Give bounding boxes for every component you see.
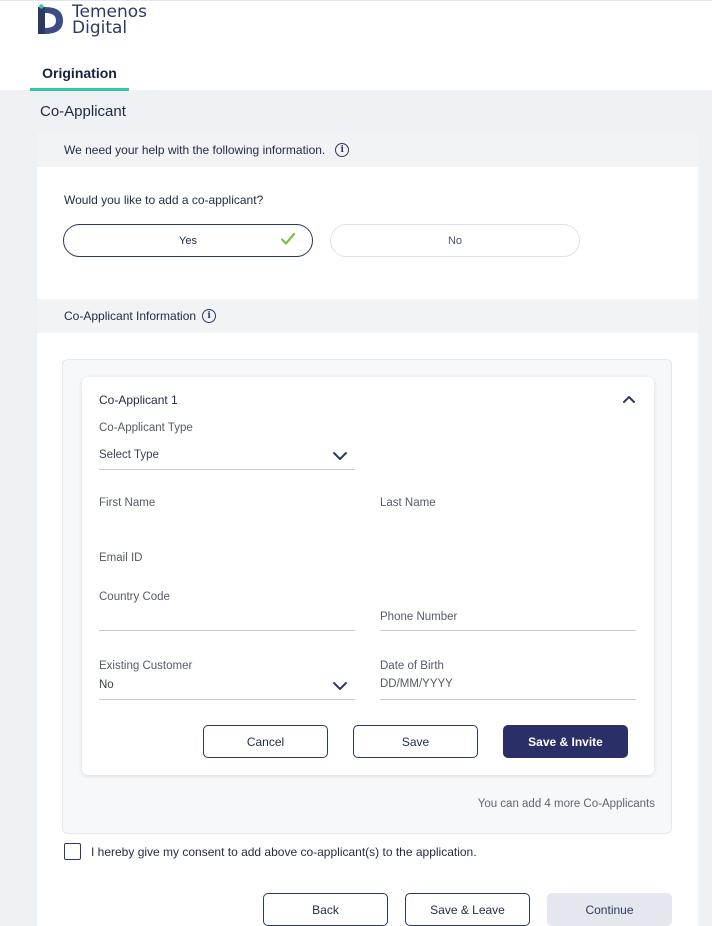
type-underline bbox=[99, 469, 355, 470]
page-title: Co-Applicant bbox=[40, 103, 126, 120]
coapplicant-form: Co-Applicant 1 Co-Applicant Type Select … bbox=[82, 377, 654, 775]
chevron-up-icon[interactable] bbox=[622, 394, 636, 404]
question-label: Would you like to add a co-applicant? bbox=[64, 193, 264, 207]
help-banner: We need your help with the following inf… bbox=[37, 132, 698, 167]
consent-text: I hereby give my consent to add above co… bbox=[91, 844, 477, 859]
country-code-input[interactable] bbox=[99, 630, 355, 631]
coapplicant-card: We need your help with the following inf… bbox=[37, 132, 698, 926]
temenos-logo-icon bbox=[36, 4, 66, 37]
chevron-down-icon[interactable] bbox=[332, 681, 348, 691]
section-info-icon[interactable]: i bbox=[202, 309, 217, 323]
coapplicant-title: Co-Applicant 1 bbox=[99, 393, 178, 407]
top-header: Temenos Digital Origination bbox=[0, 0, 712, 91]
checkmark-icon bbox=[280, 232, 296, 245]
country-code-label: Country Code bbox=[99, 591, 170, 603]
no-option-label: No bbox=[447, 234, 463, 247]
help-banner-text: We need your help with the following inf… bbox=[64, 142, 326, 157]
brand-name-line2: Digital bbox=[72, 18, 128, 38]
consent-row[interactable]: I hereby give my consent to add above co… bbox=[64, 843, 477, 860]
info-icon[interactable]: i bbox=[335, 142, 350, 157]
no-option-button[interactable]: No bbox=[330, 224, 580, 257]
existing-customer-select[interactable]: No bbox=[99, 679, 114, 691]
first-name-label: First Name bbox=[99, 497, 156, 509]
continue-button[interactable]: Continue bbox=[547, 893, 672, 926]
cancel-button[interactable]: Cancel bbox=[203, 725, 328, 758]
consent-checkbox[interactable] bbox=[64, 843, 81, 860]
existing-customer-label: Existing Customer bbox=[99, 660, 193, 672]
save-leave-button[interactable]: Save & Leave bbox=[405, 893, 530, 926]
yes-option-button[interactable]: Yes bbox=[63, 224, 313, 257]
section-header: Co-Applicant Information i bbox=[37, 299, 698, 333]
coapplicant-limit-note: You can add 4 more Co-Applicants bbox=[477, 798, 655, 810]
email-label: Email ID bbox=[99, 552, 143, 564]
existing-customer-underline bbox=[99, 699, 355, 700]
tab-origination[interactable]: Origination bbox=[30, 56, 129, 91]
coapplicant-type-select[interactable]: Select Type bbox=[99, 449, 159, 461]
dob-input[interactable]: DD/MM/YYYY bbox=[380, 678, 453, 690]
last-name-label: Last Name bbox=[380, 497, 436, 509]
dob-label: Date of Birth bbox=[380, 660, 444, 672]
save-invite-button[interactable]: Save & Invite bbox=[503, 725, 628, 758]
section-title: Co-Applicant Information bbox=[64, 309, 197, 323]
brand-logo[interactable]: Temenos Digital bbox=[36, 4, 147, 37]
save-button[interactable]: Save bbox=[353, 725, 478, 758]
coapplicant-list-panel: Co-Applicant 1 Co-Applicant Type Select … bbox=[62, 359, 672, 834]
yes-option-label: Yes bbox=[179, 234, 197, 247]
phone-number-field[interactable]: Phone Number bbox=[380, 611, 457, 623]
phone-underline bbox=[380, 630, 636, 631]
coapplicant-type-label: Co-Applicant Type bbox=[99, 422, 193, 434]
back-button[interactable]: Back bbox=[263, 893, 388, 926]
chevron-down-icon[interactable] bbox=[332, 451, 348, 461]
dob-underline bbox=[380, 699, 636, 700]
